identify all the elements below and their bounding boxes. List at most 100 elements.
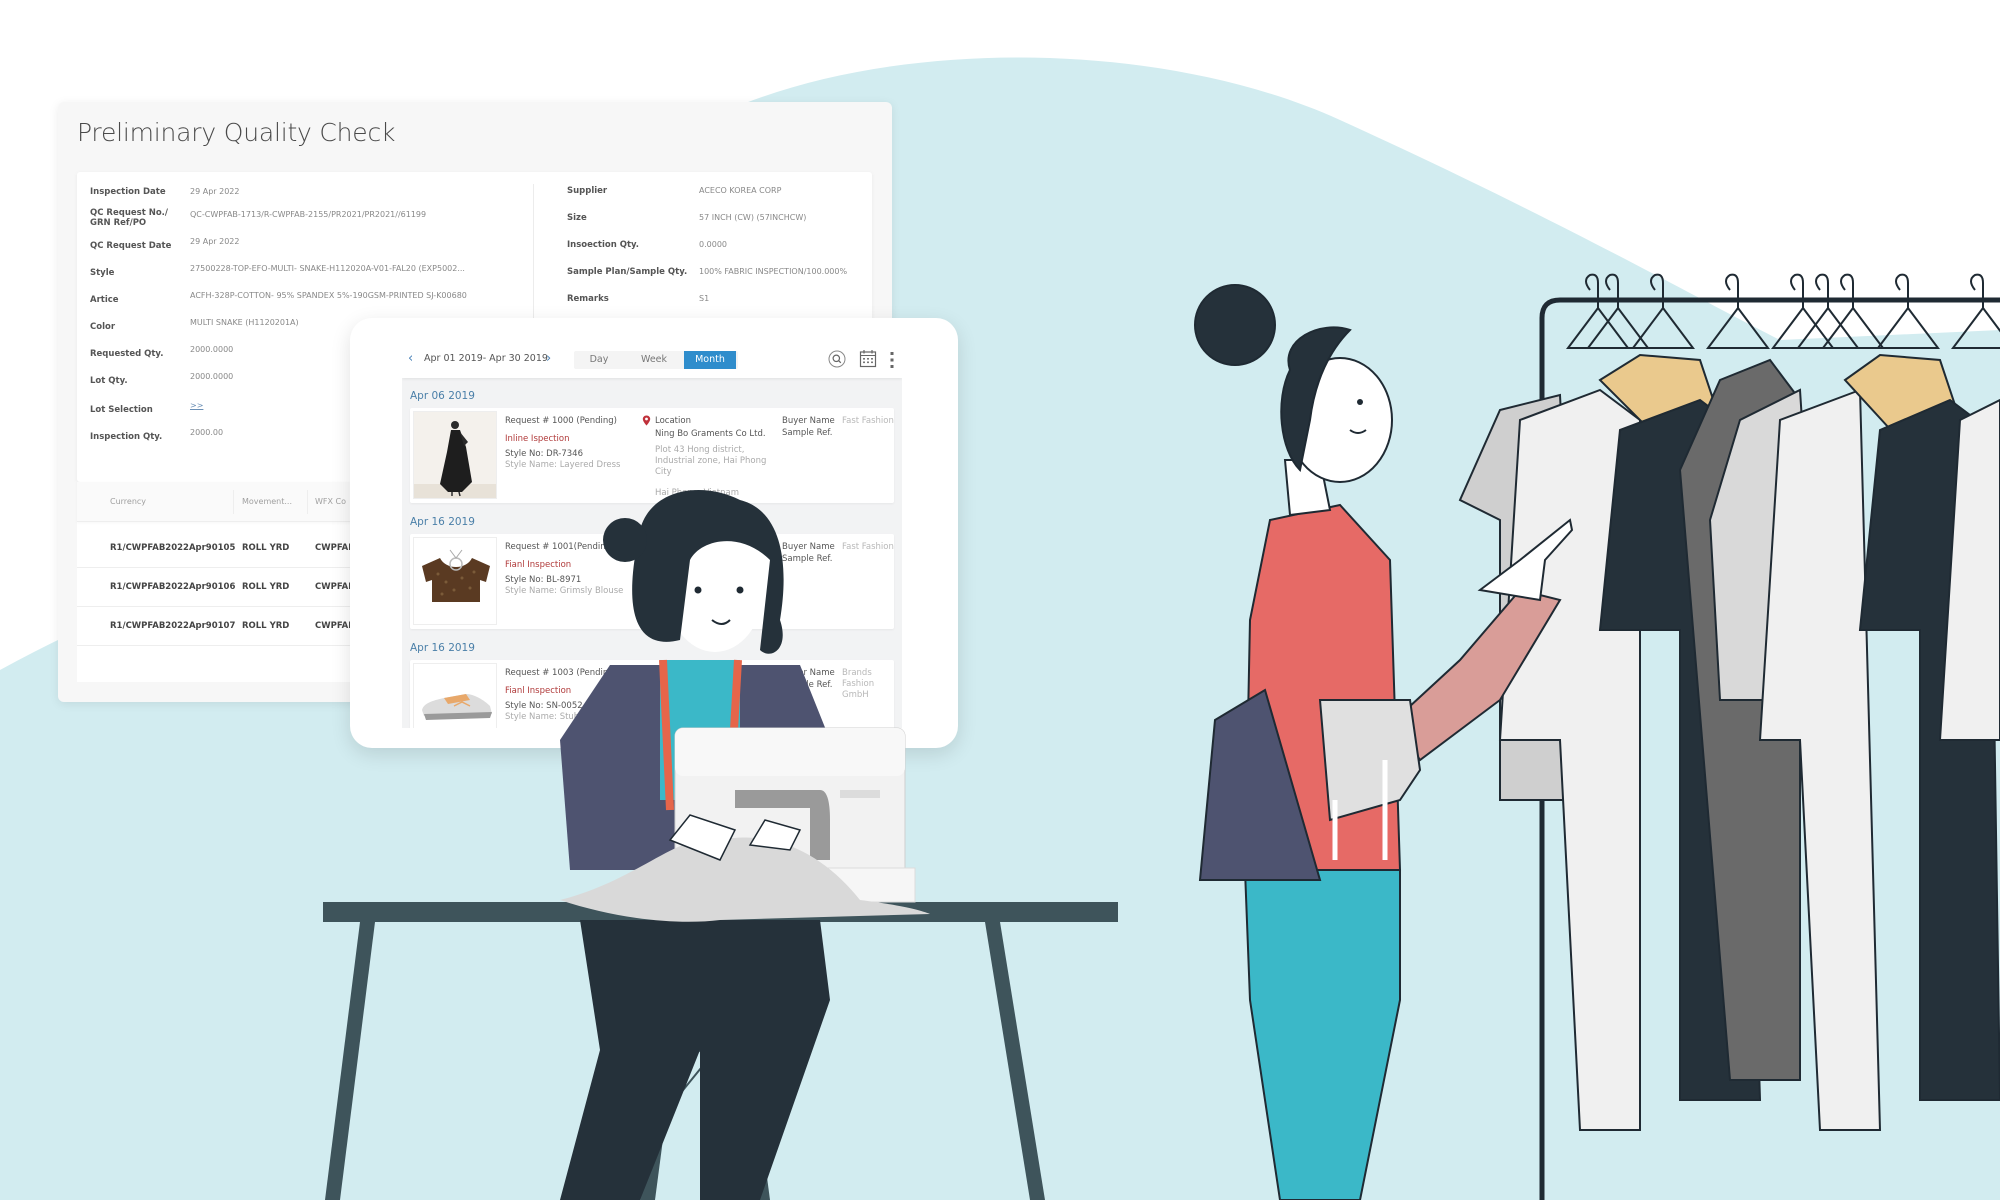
cell-movement: ROLL YRD (242, 543, 290, 553)
inspection-type: Fianl Inspection (505, 686, 572, 696)
inspection-request-card[interactable]: Request # 1001(Pending) Fianl Inspection… (410, 534, 894, 629)
field-label: Remarks (567, 294, 609, 304)
field-sample-plan: Sample Plan/Sample Qty. 100% FABRIC INSP… (567, 267, 847, 277)
field-label: Inspection Date (90, 187, 166, 197)
buyer-name-value: Fast Fashion (842, 416, 894, 426)
hero-scene: Preliminary Quality Check Inspection Dat… (0, 0, 2000, 1200)
field-supplier: Supplier ACECO KOREA CORP (567, 186, 781, 196)
date-range-label: Apr 01 2019- Apr 30 2019 (424, 353, 548, 364)
style-number: Style No: BL-8971 (505, 575, 582, 585)
field-value: 0.0000 (699, 240, 727, 249)
calendar-icon[interactable] (859, 349, 877, 373)
field-label: Supplier (567, 186, 608, 196)
sample-ref-label: Sample Ref. (782, 554, 833, 564)
view-week-tab[interactable]: Week (626, 351, 682, 369)
cell-currency: R1/CWPFAB2022Apr90105 (110, 543, 236, 553)
field-label: Requested Qty. (90, 349, 164, 359)
field-label: QC Request Date (90, 241, 172, 251)
field-value: ACFH-328P-COTTON- 95% SPANDEX 5%-190GSM-… (190, 291, 467, 300)
inspection-calendar-screen: ‹ Apr 01 2019- Apr 30 2019 › Day Week Mo… (402, 340, 902, 728)
field-qc-request-no: QC Request No./ GRN Ref/PO QC-CWPFAB-171… (90, 208, 426, 228)
lots-table: Currency Movement... WFX Co R1/CWPFAB202… (77, 482, 357, 682)
field-value: 27500228-TOP-EFO-MULTI- SNAKE-H112020A-V… (190, 264, 465, 273)
table-header: Currency Movement... WFX Co (77, 482, 357, 522)
tablet-device: ‹ Apr 01 2019- Apr 30 2019 › Day Week Mo… (350, 318, 958, 748)
request-number: Request # 1003 (Pending) (505, 668, 617, 678)
view-day-tab[interactable]: Day (574, 351, 624, 369)
buyer-name-label: Buyer Name (782, 542, 835, 552)
more-vertical-icon[interactable] (889, 351, 895, 374)
sneaker-thumbnail (413, 663, 497, 728)
lot-selection-link[interactable]: >> (190, 401, 203, 415)
sample-ref-label: Sample Ref. (782, 680, 833, 690)
cell-movement: ROLL YRD (242, 621, 290, 631)
view-switcher: Day Week Month (574, 351, 738, 369)
field-label: Sample Plan/Sample Qty. (567, 267, 688, 277)
field-label: Size (567, 213, 587, 223)
field-article: Artice ACFH-328P-COTTON- 95% SPANDEX 5%-… (90, 291, 467, 305)
field-size: Size 57 INCH (CW) (57INCHCW) (567, 213, 806, 223)
field-label: Inspection Qty. (90, 432, 163, 442)
calendar-toolbar: ‹ Apr 01 2019- Apr 30 2019 › Day Week Mo… (402, 340, 902, 378)
inspection-request-card[interactable]: Request # 1000 (Pending) Inline Ispectio… (410, 408, 894, 503)
column-resizer[interactable] (307, 490, 308, 514)
field-value: ACECO KOREA CORP (699, 186, 782, 195)
field-value: 2000.0000 (190, 345, 234, 354)
field-inspection-date: Inspection Date 29 Apr 2022 (90, 187, 239, 197)
group-date-header: Apr 06 2019 (410, 390, 475, 402)
inspection-request-card[interactable]: Request # 1003 (Pending) Fianl Inspectio… (410, 660, 894, 728)
dress-thumbnail (413, 411, 497, 499)
field-qc-request-date: QC Request Date 29 Apr 2022 (90, 237, 239, 251)
style-number: Style No: DR-7346 (505, 449, 583, 459)
field-value: 2000.0000 (190, 372, 234, 381)
buyer-name-value: Fast Fashion (842, 542, 894, 552)
style-name: Style Name: Grimsly Blouse (505, 586, 624, 596)
field-value: 29 Apr 2022 (190, 187, 240, 196)
field-value: MULTI SNAKE (H1120201A) (190, 318, 299, 327)
style-name: Style Name: Layered Dress (505, 460, 621, 470)
sample-ref-label: Sample Ref. (782, 428, 833, 438)
company-name: Ning Bo Graments Co Ltd. (655, 429, 766, 439)
company-city: Hai Phong, Vietnam (655, 488, 739, 498)
chevron-right-icon[interactable]: › (546, 351, 551, 366)
buyer-name-label: Buyer Name (782, 416, 835, 426)
cell-movement: ROLL YRD (242, 582, 290, 592)
group-date-header: Apr 16 2019 (410, 642, 475, 654)
column-resizer[interactable] (233, 490, 234, 514)
field-value: QC-CWPFAB-1713/R-CWPFAB-2155/PR2021/PR20… (190, 210, 427, 219)
field-requested-qty: Requested Qty. 2000.0000 (90, 345, 233, 359)
table-row[interactable]: R1/CWPFAB2022Apr90107 ROLL YRD CWPFAB (77, 608, 357, 646)
table-row[interactable]: R1/CWPFAB2022Apr90105 ROLL YRD CWPFAB (77, 530, 357, 568)
field-remarks: Remarks S1 (567, 294, 709, 304)
request-number: Request # 1000 (Pending) (505, 416, 617, 426)
location-label: Location (655, 416, 691, 426)
field-value: S1 (699, 294, 710, 303)
field-label: Lot Qty. (90, 376, 128, 386)
table-row[interactable]: R1/CWPFAB2022Apr90106 ROLL YRD CWPFAB (77, 569, 357, 607)
field-value: 29 Apr 2022 (190, 237, 240, 246)
column-header-movement[interactable]: Movement... (242, 497, 292, 506)
buyer-name-label: Buyer Name (782, 668, 835, 678)
column-header-wfx-code[interactable]: WFX Co (315, 497, 346, 506)
field-value: 2000.00 (190, 428, 224, 437)
field-lot-qty: Lot Qty. 2000.0000 (90, 372, 233, 386)
field-label: Color (90, 322, 116, 332)
view-month-tab[interactable]: Month (684, 351, 736, 369)
field-lot-selection: Lot Selection >> (90, 401, 203, 415)
search-icon[interactable] (828, 350, 846, 373)
inspection-type: Inline Ispection (505, 434, 570, 444)
field-inspection-qty: Inspection Qty. 2000.00 (90, 428, 223, 442)
field-label: Artice (90, 295, 119, 305)
chevron-left-icon[interactable]: ‹ (408, 351, 413, 366)
field-label: Style (90, 268, 115, 278)
panel-title: Preliminary Quality Check (77, 118, 396, 147)
column-header-currency[interactable]: Currency (110, 497, 146, 506)
field-label: QC Request No./ GRN Ref/PO (90, 208, 169, 228)
style-number: Style No: SN-0052 (505, 701, 583, 711)
cell-currency: R1/CWPFAB2022Apr90107 (110, 621, 236, 631)
field-insoection-qty: Insoection Qty. 0.0000 (567, 240, 727, 250)
field-style: Style 27500228-TOP-EFO-MULTI- SNAKE-H112… (90, 264, 465, 278)
request-number: Request # 1001(Pending) (505, 542, 615, 552)
cell-currency: R1/CWPFAB2022Apr90106 (110, 582, 236, 592)
location-pin-icon (642, 415, 651, 429)
